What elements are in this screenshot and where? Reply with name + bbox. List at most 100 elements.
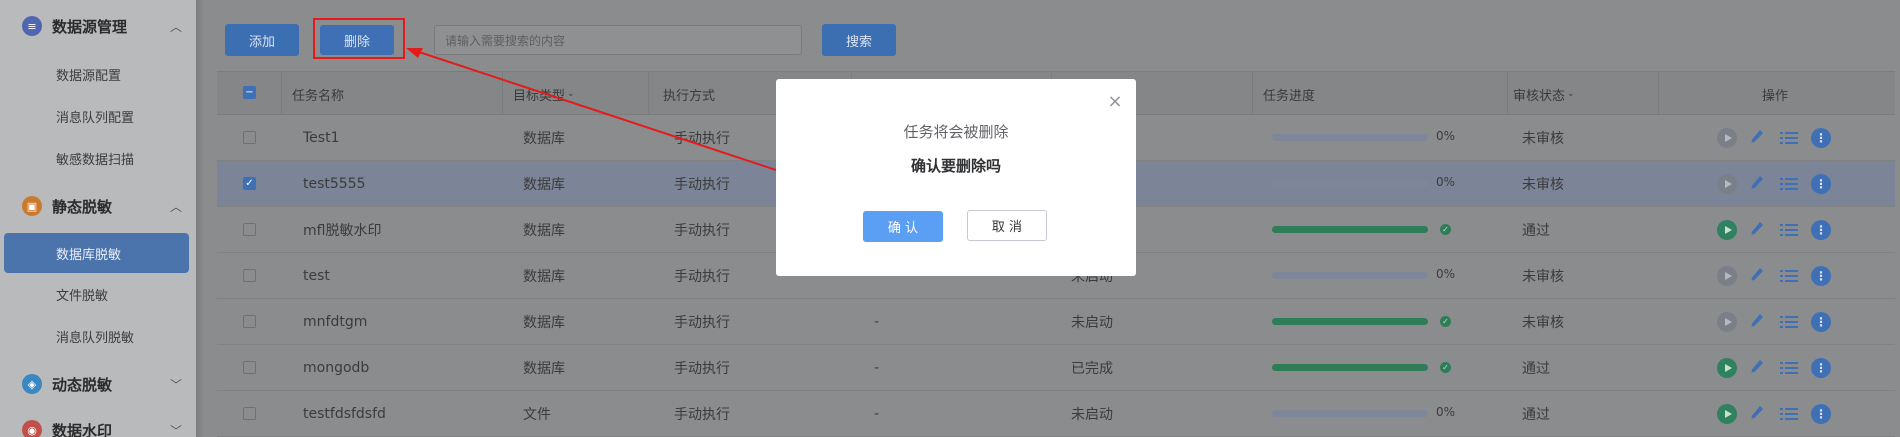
list-icon[interactable] [1779, 358, 1799, 378]
play-icon[interactable] [1717, 404, 1737, 424]
arrow-head [406, 48, 423, 58]
sort-icon: ⌄ [1567, 89, 1575, 99]
list-icon[interactable] [1779, 404, 1799, 424]
cell-target-type: 数据库 [523, 223, 565, 239]
cell-exec-mode: 手动执行 [674, 315, 730, 331]
progress-bar [1272, 272, 1428, 279]
progress-fill [1272, 318, 1428, 325]
row-checkbox[interactable] [243, 223, 256, 236]
sidebar-group-label: 动态脱敏 [52, 375, 113, 394]
table-row[interactable]: mongodb 数据库 手动执行 - 已完成 ✓ 通过 ⋮ [217, 345, 1895, 391]
row-checkbox[interactable] [243, 315, 256, 328]
sidebar-item-sensitive-scan[interactable]: 敏感数据扫描 [0, 138, 196, 178]
watermark-icon: ◉ [22, 420, 42, 437]
list-icon[interactable] [1779, 312, 1799, 332]
confirm-button[interactable]: 确 认 [863, 211, 943, 242]
more-icon[interactable]: ⋮ [1811, 358, 1831, 378]
progress-text: 0% [1436, 267, 1456, 281]
check-circle-icon: ✓ [1440, 316, 1451, 327]
sidebar-item-file-masking[interactable]: 文件脱敏 [0, 274, 196, 314]
more-icon[interactable]: ⋮ [1811, 174, 1831, 194]
sidebar-group-label: 静态脱敏 [52, 197, 113, 216]
list-icon[interactable] [1779, 220, 1799, 240]
progress-text: 0% [1436, 405, 1456, 419]
cell-exec-mode: 手动执行 [674, 223, 730, 239]
sidebar-item-db-masking[interactable]: 数据库脱敏 [4, 233, 189, 273]
row-checkbox[interactable] [243, 131, 256, 144]
add-button[interactable]: 添加 [225, 24, 299, 56]
more-icon[interactable]: ⋮ [1811, 404, 1831, 424]
header-divider [1252, 72, 1253, 116]
progress-bar [1272, 364, 1428, 371]
chevron-up-icon: ︿ [170, 19, 183, 34]
lock-icon: ▣ [22, 196, 42, 216]
header-label: 目标类型 [513, 88, 566, 104]
edit-icon[interactable] [1748, 127, 1766, 149]
header-exec-mode: 执行方式 [663, 88, 716, 104]
edit-icon[interactable] [1748, 173, 1766, 195]
header-divider [502, 72, 503, 116]
list-icon[interactable] [1779, 174, 1799, 194]
edit-icon[interactable] [1748, 403, 1766, 425]
sidebar-group-watermark[interactable]: ◉ 数据水印 ﹀ [0, 410, 196, 437]
chevron-down-icon: ﹀ [170, 423, 183, 437]
play-icon[interactable] [1717, 174, 1737, 194]
list-icon[interactable] [1779, 128, 1799, 148]
table-row[interactable]: mnfdtgm 数据库 手动执行 - 未启动 ✓ 未审核 ⋮ [217, 299, 1895, 345]
progress-bar [1272, 134, 1428, 141]
sidebar-group-label: 数据水印 [52, 421, 113, 437]
close-icon[interactable]: × [1106, 93, 1124, 111]
play-icon[interactable] [1717, 266, 1737, 286]
edit-icon[interactable] [1748, 265, 1766, 287]
more-icon[interactable]: ⋮ [1811, 312, 1831, 332]
row-checkbox[interactable] [243, 361, 256, 374]
cell-task-name: mongodb [303, 360, 370, 376]
cell-target-type: 数据库 [523, 177, 565, 193]
sidebar-item-mq-masking[interactable]: 消息队列脱敏 [0, 316, 196, 356]
play-icon[interactable] [1717, 312, 1737, 332]
list-icon[interactable] [1779, 266, 1799, 286]
cell-target-type: 数据库 [523, 131, 565, 147]
more-icon[interactable]: ⋮ [1811, 266, 1831, 286]
sidebar-item-mq-config[interactable]: 消息队列配置 [0, 96, 196, 136]
search-input[interactable]: 请输入需要搜索的内容 [434, 25, 802, 55]
more-icon[interactable]: ⋮ [1811, 220, 1831, 240]
play-icon[interactable] [1717, 128, 1737, 148]
play-icon[interactable] [1717, 358, 1737, 378]
cell-exec-mode: 手动执行 [674, 131, 730, 147]
chevron-down-icon: ﹀ [170, 377, 183, 392]
header-target-type[interactable]: 目标类型 ⌄ [513, 72, 575, 116]
sidebar-item-datasource-config[interactable]: 数据源配置 [0, 54, 196, 94]
row-checkbox[interactable] [243, 407, 256, 420]
cell-target-type: 数据库 [523, 269, 565, 285]
cell-target-type: 数据库 [523, 361, 565, 377]
header-audit-status[interactable]: 审核状态 ⌄ [1513, 72, 1575, 116]
edit-icon[interactable] [1748, 311, 1766, 333]
progress-bar [1272, 180, 1428, 187]
sidebar-group-dynamic-masking[interactable]: ◈ 动态脱敏 ﹀ [0, 364, 196, 404]
sidebar-group-label: 数据源管理 [52, 17, 128, 36]
row-checkbox[interactable] [243, 269, 256, 282]
header-task-name: 任务名称 [292, 88, 345, 104]
sort-icon: ⌄ [567, 89, 575, 99]
cell-task-name: test5555 [303, 176, 366, 192]
cell-status: 已完成 [1071, 361, 1113, 377]
edit-icon[interactable] [1748, 357, 1766, 379]
sidebar-item-label: 消息队列脱敏 [56, 330, 135, 346]
play-icon[interactable] [1717, 220, 1737, 240]
edit-icon[interactable] [1748, 219, 1766, 241]
sidebar-group-static-masking[interactable]: ▣ 静态脱敏 ︿ [0, 186, 196, 226]
sidebar: ≡ 数据源管理 ︿ 数据源配置 消息队列配置 敏感数据扫描 ▣ 静态脱敏 ︿ 数… [0, 0, 196, 437]
header-label: 审核状态 [1513, 88, 1566, 104]
sidebar-item-label: 数据库脱敏 [56, 247, 122, 263]
table-row[interactable]: testfdsfdsfd 文件 手动执行 - 未启动 0% 通过 ⋮ [217, 391, 1895, 437]
search-button[interactable]: 搜索 [822, 24, 896, 56]
sidebar-group-datasource[interactable]: ≡ 数据源管理 ︿ [0, 6, 196, 46]
cancel-button[interactable]: 取 消 [967, 210, 1047, 241]
select-all-checkbox[interactable]: − [243, 86, 256, 99]
row-checkbox[interactable]: ✓ [243, 177, 256, 190]
progress-text: 0% [1436, 129, 1456, 143]
more-icon[interactable]: ⋮ [1811, 128, 1831, 148]
cell-audit-status: 通过 [1522, 361, 1550, 377]
cell-audit-status: 未审核 [1522, 315, 1564, 331]
